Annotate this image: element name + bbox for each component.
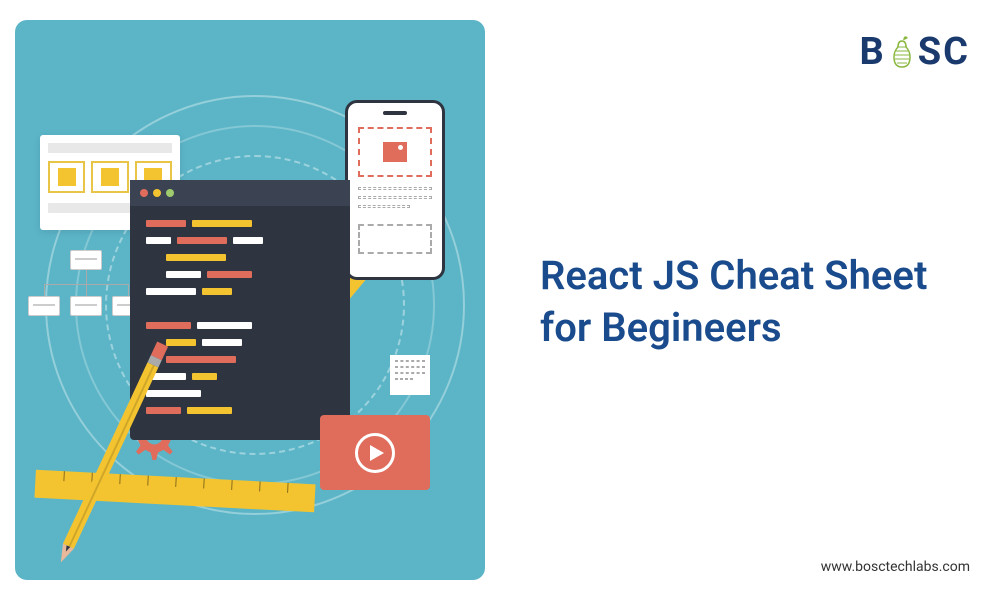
- website-url: www.bosctechlabs.com: [821, 559, 970, 575]
- brand-logo: B SC: [859, 30, 970, 74]
- play-icon: [370, 445, 384, 461]
- pear-icon: [888, 35, 916, 69]
- image-placeholder-icon: [358, 127, 432, 177]
- content-panel: B SC React JS Cheat Sheet for Begineers …: [500, 0, 1000, 600]
- illustration-panel: [0, 0, 500, 600]
- mobile-device-icon: [345, 100, 445, 280]
- text-block-icon: [390, 355, 430, 395]
- page-title: React JS Cheat Sheet for Begineers: [540, 250, 980, 354]
- logo-letters-sc: SC: [918, 30, 970, 74]
- code-editor-icon: [130, 180, 350, 440]
- video-player-icon: [320, 415, 430, 490]
- illustration-background: [15, 20, 485, 580]
- logo-letter-b: B: [859, 30, 885, 74]
